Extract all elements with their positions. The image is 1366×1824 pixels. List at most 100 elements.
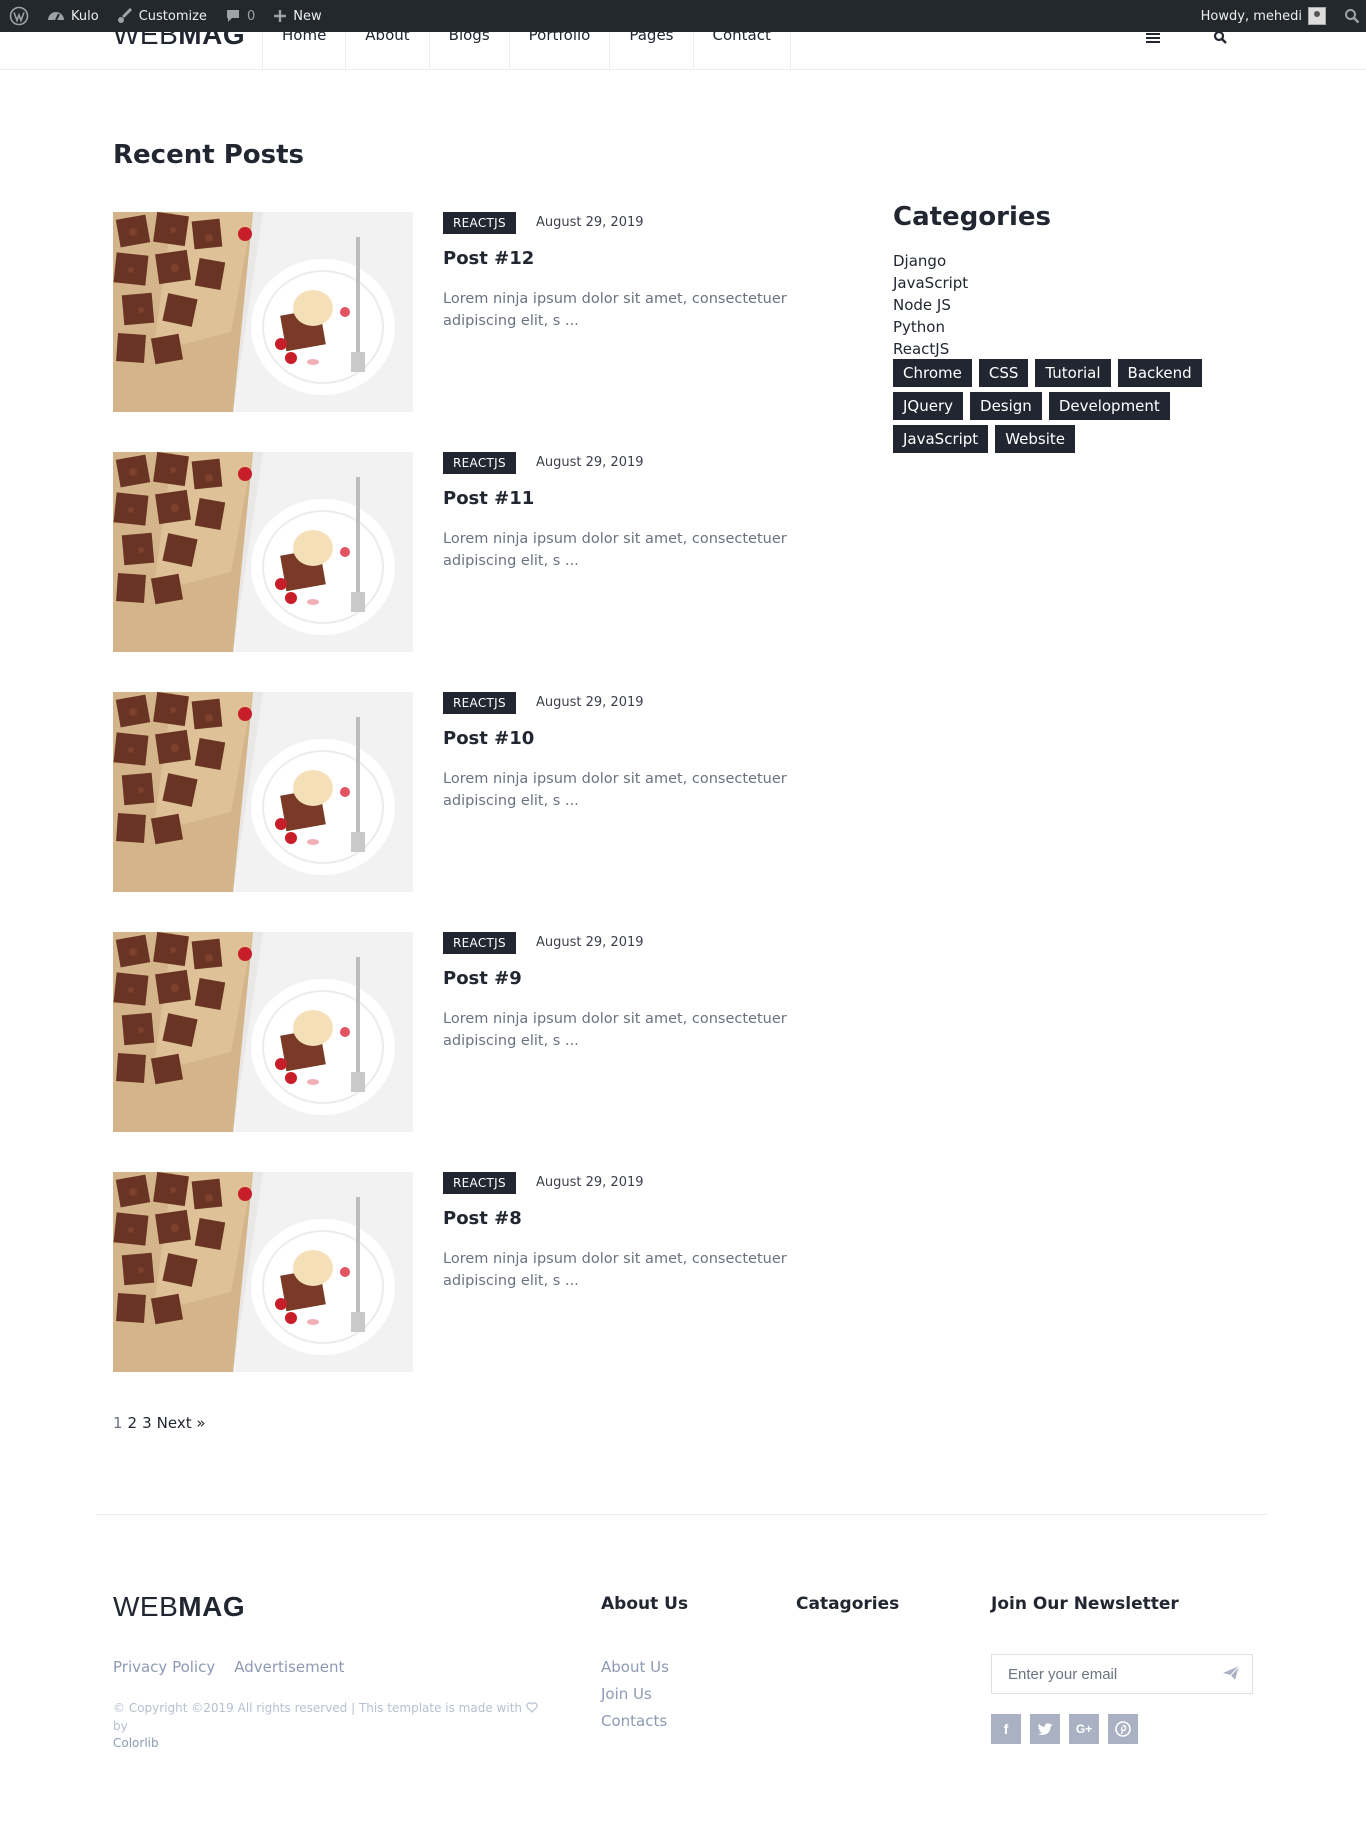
post-card: REACTJS August 29, 2019 Post #11 Lorem n… <box>113 452 853 652</box>
post-thumbnail[interactable] <box>113 452 413 652</box>
send-paper-plane-icon[interactable] <box>1222 1665 1242 1683</box>
site-name-menu[interactable]: Kulo <box>38 0 108 32</box>
category-badge[interactable]: REACTJS <box>443 212 516 234</box>
nav-portfolio[interactable]: Portfolio <box>508 28 610 70</box>
post-thumbnail[interactable] <box>113 1172 413 1372</box>
wp-admin-bar: Kulo Customize 0 New Howdy, mehedi <box>0 0 1366 32</box>
post-date[interactable]: August 29, 2019 <box>536 695 644 710</box>
adminbar-search[interactable] <box>1335 0 1366 32</box>
heart-icon <box>526 1701 538 1718</box>
category-badge[interactable]: REACTJS <box>443 692 516 714</box>
site-header: WEBMAG Home About Blogs Portfolio Pages … <box>0 20 1366 70</box>
tag-tutorial[interactable]: Tutorial <box>1035 359 1111 387</box>
post-date[interactable]: August 29, 2019 <box>536 215 644 230</box>
customize-link[interactable]: Customize <box>108 0 216 32</box>
post-title[interactable]: Post #9 <box>443 968 522 989</box>
tag-jquery[interactable]: JQuery <box>893 392 964 420</box>
pagination-next[interactable]: Next » <box>157 1414 206 1432</box>
tag-design[interactable]: Design <box>970 392 1042 420</box>
footer-link-join-us[interactable]: Join Us <box>601 1681 669 1708</box>
wordpress-menu[interactable] <box>0 0 38 32</box>
comment-bubble-icon <box>225 8 241 24</box>
newsletter-form <box>991 1654 1253 1694</box>
tag-cloud: Chrome CSS Tutorial Backend JQuery Desig… <box>893 359 1233 453</box>
tag-javascript[interactable]: JavaScript <box>893 425 989 453</box>
footer-link-about-us[interactable]: About Us <box>601 1654 669 1681</box>
category-link-reactjs[interactable]: ReactJS <box>893 338 968 360</box>
nav-blogs[interactable]: Blogs <box>428 28 509 70</box>
pagination-current-page: 1 <box>113 1414 123 1432</box>
post-excerpt: Lorem ninja ipsum dolor sit amet, consec… <box>443 1251 787 1289</box>
wordpress-logo-icon <box>9 6 29 26</box>
dashboard-icon <box>47 8 65 24</box>
tag-chrome[interactable]: Chrome <box>893 359 972 387</box>
advertisement-link[interactable]: Advertisement <box>234 1658 344 1676</box>
site-name: Kulo <box>71 8 99 24</box>
footer-link-contacts[interactable]: Contacts <box>601 1708 669 1735</box>
post-date[interactable]: August 29, 2019 <box>536 455 644 470</box>
tag-backend[interactable]: Backend <box>1117 359 1202 387</box>
recent-posts-heading: Recent Posts <box>113 140 304 170</box>
tag-css[interactable]: CSS <box>978 359 1029 387</box>
nav-home[interactable]: Home <box>262 28 345 70</box>
category-badge[interactable]: REACTJS <box>443 932 516 954</box>
footer-logo[interactable]: WEBMAG <box>113 1592 245 1622</box>
category-link-nodejs[interactable]: Node JS <box>893 294 968 316</box>
categories-list: Django JavaScript Node JS Python ReactJS <box>893 250 968 360</box>
paintbrush-icon <box>117 8 133 24</box>
post-thumbnail[interactable] <box>113 212 413 412</box>
google-plus-icon[interactable]: G+ <box>1069 1714 1099 1744</box>
post-excerpt: Lorem ninja ipsum dolor sit amet, consec… <box>443 531 787 569</box>
newsletter-email-input[interactable] <box>992 1655 1212 1693</box>
post-excerpt: Lorem ninja ipsum dolor sit amet, consec… <box>443 291 787 329</box>
footer-categories-heading: Catagories <box>796 1594 900 1614</box>
category-badge[interactable]: REACTJS <box>443 1172 516 1194</box>
post-thumbnail[interactable] <box>113 692 413 892</box>
category-link-python[interactable]: Python <box>893 316 968 338</box>
category-link-django[interactable]: Django <box>893 250 968 272</box>
hamburger-menu-icon[interactable] <box>1145 30 1167 44</box>
new-label: New <box>293 8 322 24</box>
post-card: REACTJS August 29, 2019 Post #10 Lorem n… <box>113 692 853 892</box>
post-thumbnail[interactable] <box>113 932 413 1132</box>
plus-icon <box>273 9 287 23</box>
post-date[interactable]: August 29, 2019 <box>536 1175 644 1190</box>
user-avatar <box>1308 7 1326 25</box>
post-card: REACTJS August 29, 2019 Post #9 Lorem ni… <box>113 932 853 1132</box>
search-icon <box>1344 8 1360 24</box>
facebook-icon[interactable]: f <box>991 1714 1021 1744</box>
post-excerpt: Lorem ninja ipsum dolor sit amet, consec… <box>443 1011 787 1049</box>
footer-about-heading: About Us <box>601 1594 689 1614</box>
category-link-javascript[interactable]: JavaScript <box>893 272 968 294</box>
post-title[interactable]: Post #11 <box>443 488 534 509</box>
pagination-page-2[interactable]: 2 <box>128 1414 138 1432</box>
copyright-text: © Copyright ©2019 All rights reserved | … <box>113 1700 543 1752</box>
category-badge[interactable]: REACTJS <box>443 452 516 474</box>
footer-about-links: About Us Join Us Contacts <box>601 1654 669 1735</box>
footer-logo-light-text: WEB <box>113 1591 179 1622</box>
colorlib-link[interactable]: Colorlib <box>113 1736 159 1750</box>
categories-heading: Categories <box>893 202 1052 232</box>
nav-contact[interactable]: Contact <box>692 28 791 70</box>
my-account-menu[interactable]: Howdy, mehedi <box>1192 0 1335 32</box>
new-content-menu[interactable]: New <box>264 0 330 32</box>
footer-logo-bold-text: MAG <box>178 1591 246 1622</box>
twitter-icon[interactable] <box>1030 1714 1060 1744</box>
post-title[interactable]: Post #10 <box>443 728 534 749</box>
comments-link[interactable]: 0 <box>216 0 264 32</box>
nav-about[interactable]: About <box>345 28 428 70</box>
pagination-page-3[interactable]: 3 <box>142 1414 152 1432</box>
tag-website[interactable]: Website <box>995 425 1075 453</box>
howdy-text: Howdy, mehedi <box>1200 8 1302 24</box>
post-date[interactable]: August 29, 2019 <box>536 935 644 950</box>
post-excerpt: Lorem ninja ipsum dolor sit amet, consec… <box>443 771 787 809</box>
header-search-icon[interactable] <box>1213 30 1235 44</box>
main-navigation: Home About Blogs Portfolio Pages Contact <box>262 28 791 70</box>
pinterest-icon[interactable] <box>1108 1714 1138 1744</box>
privacy-policy-link[interactable]: Privacy Policy <box>113 1658 215 1676</box>
comments-count: 0 <box>246 8 256 24</box>
post-title[interactable]: Post #8 <box>443 1208 522 1229</box>
nav-pages[interactable]: Pages <box>609 28 692 70</box>
tag-development[interactable]: Development <box>1048 392 1170 420</box>
post-title[interactable]: Post #12 <box>443 248 534 269</box>
